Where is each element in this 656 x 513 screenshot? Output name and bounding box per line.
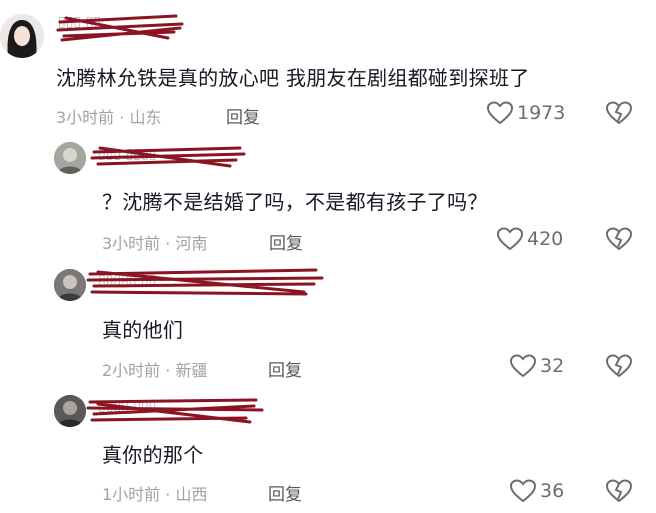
- broken-heart-icon[interactable]: [606, 101, 632, 125]
- heart-outline-icon: [510, 354, 536, 378]
- comment-location: 山西: [175, 485, 208, 504]
- comment-meta: 3小时前 · 河南: [102, 230, 207, 254]
- comment-meta: 3小时前 · 山东: [56, 104, 161, 128]
- broken-heart-icon[interactable]: [606, 227, 632, 251]
- commenter-name[interactable]: ▯▯▯ ▯▯▯▯: [98, 146, 156, 162]
- like-count: 36: [540, 480, 565, 502]
- reply-button[interactable]: 回复: [269, 229, 303, 254]
- commenter-avatar[interactable]: [54, 269, 86, 301]
- like-button[interactable]: 420: [497, 227, 563, 251]
- reply-button[interactable]: 回复: [226, 103, 260, 128]
- commenter-avatar[interactable]: [0, 14, 44, 58]
- comment-time: 1小时前: [102, 485, 161, 504]
- like-button[interactable]: 32: [510, 354, 564, 378]
- commenter-name[interactable]: ▯▯▯▯▯ ▯▯: [98, 272, 156, 288]
- meta-separator: ·: [165, 485, 171, 504]
- reply-button[interactable]: 回复: [268, 356, 302, 381]
- reply-button[interactable]: 回复: [268, 480, 302, 505]
- commenter-avatar[interactable]: [54, 395, 86, 427]
- meta-separator: ·: [119, 108, 125, 127]
- commenter-name[interactable]: ▯▯▯ ▯▯: [58, 14, 101, 30]
- comment-time: 3小时前: [56, 108, 115, 127]
- comment-location: 河南: [175, 234, 208, 253]
- broken-heart-icon[interactable]: [606, 479, 632, 503]
- like-button[interactable]: 1973: [487, 101, 565, 125]
- comment-meta: 1小时前 · 山西: [102, 481, 207, 505]
- like-button[interactable]: 36: [510, 479, 564, 503]
- like-count: 420: [527, 228, 564, 250]
- heart-outline-icon: [510, 479, 536, 503]
- comment-location: 新疆: [175, 361, 208, 380]
- comment-text: ？沈腾不是结婚了吗，不是都有孩子了吗？: [102, 190, 488, 214]
- comment-time: 3小时前: [102, 234, 161, 253]
- comment-time: 2小时前: [102, 361, 161, 380]
- commenter-avatar[interactable]: [54, 142, 86, 174]
- meta-separator: ·: [165, 234, 171, 253]
- comment-meta: 2小时前 · 新疆: [102, 357, 207, 381]
- like-count: 1973: [517, 102, 566, 124]
- comment-text: 真的他们: [102, 318, 184, 342]
- comment-location: 山东: [129, 108, 162, 127]
- heart-outline-icon: [487, 101, 513, 125]
- meta-separator: ·: [165, 361, 171, 380]
- heart-outline-icon: [497, 227, 523, 251]
- commenter-name[interactable]: ▯▯▯▯ ▯▯▯: [98, 398, 156, 414]
- comment-text: 真你的那个: [102, 443, 204, 467]
- broken-heart-icon[interactable]: [606, 354, 632, 378]
- like-count: 32: [540, 355, 565, 377]
- comment-text: 沈腾林允铁是真的放心吧 我朋友在剧组都碰到探班了: [56, 66, 530, 90]
